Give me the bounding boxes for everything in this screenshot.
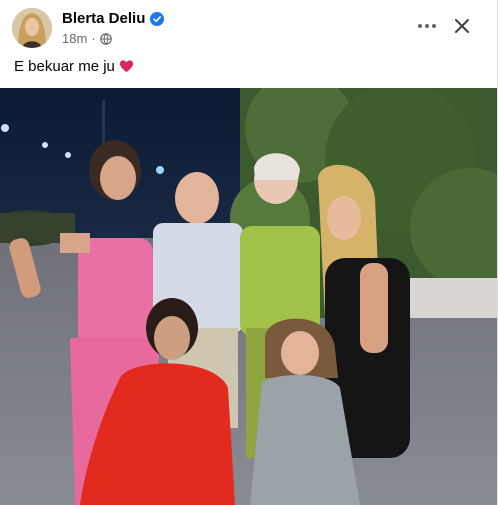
group-photo-image — [0, 88, 497, 505]
meta-separator: · — [91, 31, 96, 46]
more-options-icon — [418, 24, 422, 28]
facebook-post: Blerta Deliu 18m · E bekuar me ju — [0, 0, 498, 505]
globe-icon[interactable] — [99, 32, 112, 45]
post-meta: 18m · — [62, 31, 112, 46]
post-timestamp[interactable]: 18m — [62, 31, 87, 46]
author-name[interactable]: Blerta Deliu — [62, 10, 145, 27]
close-icon — [455, 19, 469, 33]
author-line: Blerta Deliu — [62, 10, 165, 27]
post-header: Blerta Deliu 18m · — [0, 0, 498, 56]
post-photo[interactable] — [0, 88, 497, 505]
post-caption: E bekuar me ju — [14, 58, 134, 75]
verified-badge-icon — [150, 11, 165, 26]
caption-text: E bekuar me ju — [14, 58, 115, 75]
more-options-button[interactable] — [413, 12, 441, 40]
more-options-dot — [425, 24, 429, 28]
more-options-dot — [432, 24, 436, 28]
close-button[interactable] — [448, 12, 476, 40]
author-avatar[interactable] — [12, 8, 52, 48]
heart-emoji-icon — [119, 59, 134, 74]
